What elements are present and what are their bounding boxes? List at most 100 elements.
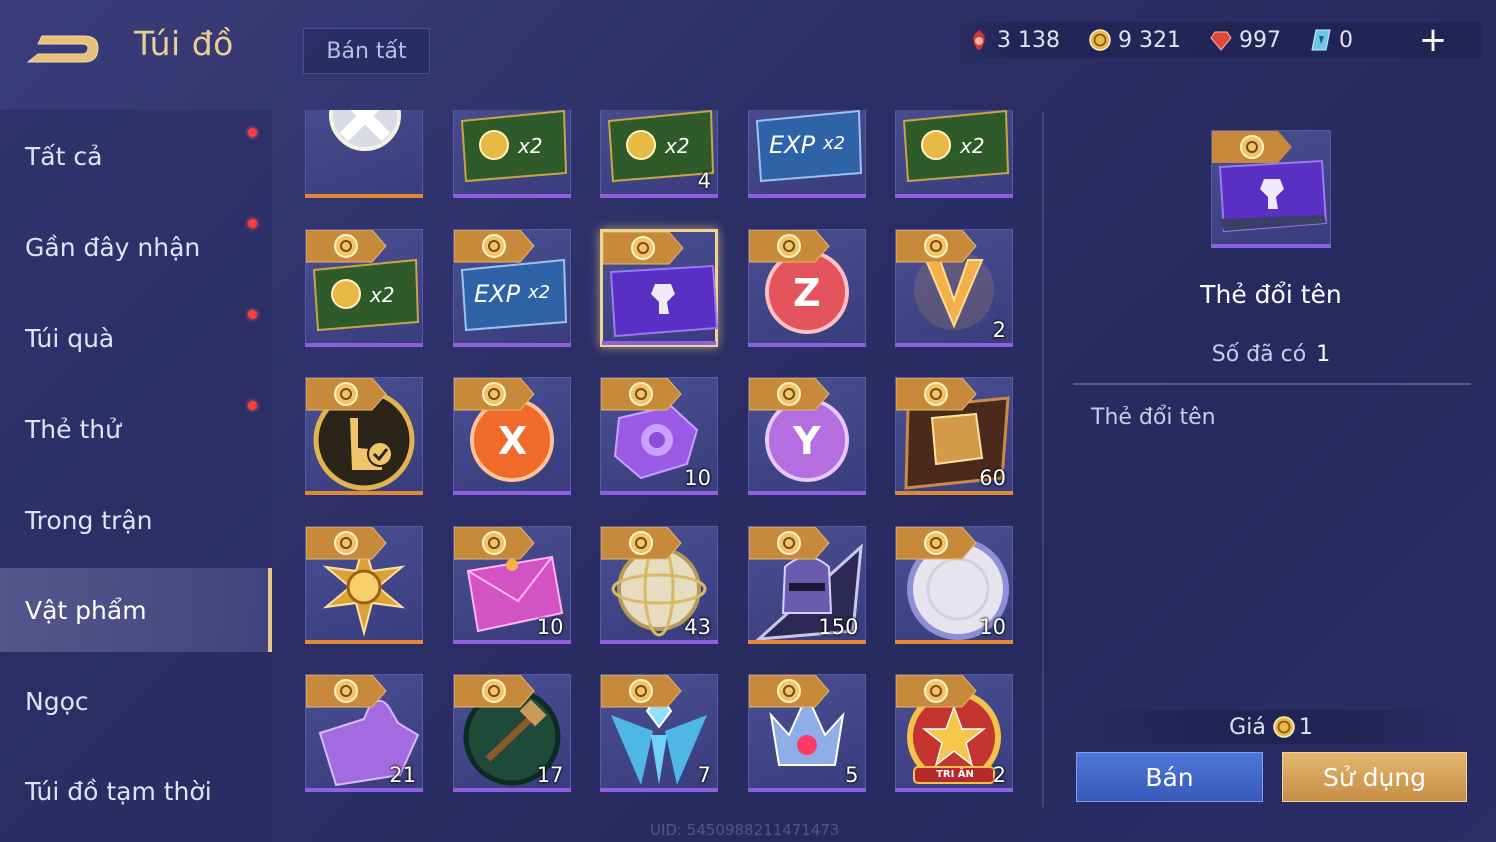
back-button[interactable] xyxy=(24,24,104,72)
sidebar-item-items[interactable]: Vật phẩm xyxy=(0,568,272,652)
sidebar-item-trial-cards[interactable]: Thẻ thử xyxy=(0,387,272,471)
item-count: 2 xyxy=(992,317,1006,342)
sidebar-item-label: Túi đồ tạm thời xyxy=(25,776,212,806)
notification-dot xyxy=(248,310,257,319)
svg-text:x2: x2 xyxy=(517,134,543,158)
category-sidebar: Tất cả Gần đây nhận Túi quà Thẻ thử Tron… xyxy=(0,110,272,842)
inventory-item[interactable]: 17 xyxy=(452,674,571,792)
inventory-item[interactable]: x2 xyxy=(305,228,423,347)
selected-item-name: Thẻ đổi tên xyxy=(1200,280,1342,309)
rename-card-icon xyxy=(1212,131,1328,233)
inventory-item[interactable] xyxy=(305,110,423,198)
owned-count: Số đã có 1 xyxy=(1140,342,1402,367)
currency-red-voucher[interactable]: 3 138 xyxy=(967,28,1060,53)
item-count: 10 xyxy=(979,614,1006,639)
inventory-item[interactable]: x2 xyxy=(895,110,1013,198)
gold-x2-card-icon: x2 xyxy=(902,110,1010,183)
svg-text:x2: x2 xyxy=(822,133,845,154)
inventory-item[interactable]: 21 xyxy=(305,674,423,792)
sidebar-item-label: Ngọc xyxy=(25,686,89,716)
inventory-item[interactable]: x2 xyxy=(452,110,571,198)
sidebar-item-gift-bags[interactable]: Túi quà xyxy=(0,296,272,380)
svg-text:x2: x2 xyxy=(959,134,985,158)
rarity-bar xyxy=(305,639,423,644)
item-count: 5 xyxy=(845,763,859,787)
inventory-item[interactable]: 2 xyxy=(895,228,1013,347)
use-button[interactable]: Sử dụng xyxy=(1282,752,1467,802)
inventory-item[interactable]: 10 xyxy=(895,525,1013,644)
item-count: 7 xyxy=(697,763,711,787)
svg-text:EXP: EXP xyxy=(769,131,816,159)
svg-text:X: X xyxy=(498,419,527,463)
sidebar-item-temporary-bag[interactable]: Túi đồ tạm thời xyxy=(0,749,272,833)
rarity-bar xyxy=(452,491,571,495)
svg-text:x2: x2 xyxy=(369,283,395,307)
exp-x2-card-icon: EXP x2 xyxy=(755,110,862,183)
rarity-bar xyxy=(895,194,1013,198)
inventory-item[interactable]: 10 xyxy=(600,377,718,495)
inventory-item[interactable]: X xyxy=(452,377,571,495)
gold-x2-card-icon: x2 xyxy=(460,110,567,183)
inventory-item[interactable]: EXP x2 xyxy=(452,228,571,347)
currency-value: 9 321 xyxy=(1117,27,1181,53)
notification-dot xyxy=(248,219,257,228)
user-id: UID: 5450988211471473 xyxy=(650,821,840,839)
exp-x2-card-icon: EXP x2 xyxy=(453,229,567,331)
notification-dot xyxy=(248,401,257,410)
svg-text:Z: Z xyxy=(793,271,821,315)
ruby-icon xyxy=(1210,31,1232,51)
owned-value: 1 xyxy=(1316,342,1331,367)
sidebar-item-label: Thẻ thử xyxy=(25,414,121,444)
rarity-bar xyxy=(895,639,1013,644)
rarity-bar xyxy=(895,788,1013,792)
inventory-item[interactable]: 43 xyxy=(600,525,718,644)
sidebar-item-in-match[interactable]: Trong trận xyxy=(0,478,272,562)
inventory-item[interactable] xyxy=(305,525,423,644)
item-count: 21 xyxy=(389,763,416,787)
inventory-item[interactable]: 7 xyxy=(600,674,718,792)
inventory-item[interactable]: EXP x2 xyxy=(747,110,866,198)
inventory-item[interactable]: 10 xyxy=(452,525,571,644)
inventory-item[interactable]: Y xyxy=(747,377,866,495)
currency-bar: 3 138 9 321 997 0 + xyxy=(955,22,1481,58)
inventory-screen: Túi đồ Bán tất 3 138 9 321 997 0 + Tất c… xyxy=(0,0,1496,842)
silver-x-emblem-icon xyxy=(329,110,401,151)
gold-coin-icon xyxy=(1273,716,1295,738)
currency-blue-ticket[interactable]: 0 xyxy=(1309,28,1353,53)
inventory-item[interactable] xyxy=(600,228,719,347)
inventory-item[interactable]: x2 4 xyxy=(600,110,718,198)
sidebar-item-all[interactable]: Tất cả xyxy=(0,114,272,198)
currency-gold[interactable]: 9 321 xyxy=(1088,28,1181,53)
back-arrow-icon xyxy=(26,35,99,63)
gold-coin-icon xyxy=(1089,29,1111,51)
detail-divider xyxy=(1073,383,1471,385)
inventory-item[interactable] xyxy=(305,377,423,495)
rarity-bar xyxy=(305,194,423,198)
owned-label: Số đã có xyxy=(1211,342,1307,367)
price-label: Giá xyxy=(1229,714,1266,740)
x-coin-icon: X xyxy=(453,378,554,482)
sidebar-item-recent[interactable]: Gần đây nhận xyxy=(0,205,272,289)
sidebar-item-gems[interactable]: Ngọc xyxy=(0,659,272,743)
add-currency-button[interactable]: + xyxy=(1415,22,1451,58)
rarity-bar xyxy=(895,491,1013,495)
sell-all-button[interactable]: Bán tất xyxy=(303,28,430,74)
inventory-item[interactable]: Z xyxy=(747,228,866,347)
inventory-item[interactable]: TRI ÂN 2 xyxy=(895,674,1013,792)
price-value: 1 xyxy=(1298,714,1313,740)
rarity-bar xyxy=(747,342,866,347)
sidebar-item-label: Tất cả xyxy=(25,141,103,171)
inventory-item[interactable]: 5 xyxy=(747,674,866,792)
rarity-bar xyxy=(1211,244,1331,248)
rarity-bar xyxy=(747,194,866,198)
rarity-bar xyxy=(452,788,571,792)
inventory-item[interactable]: 150 xyxy=(747,525,866,644)
sell-button[interactable]: Bán xyxy=(1076,752,1263,802)
item-count: 43 xyxy=(684,614,711,639)
inventory-item[interactable]: 60 xyxy=(895,377,1013,495)
currency-ruby[interactable]: 997 xyxy=(1209,28,1281,53)
rarity-bar xyxy=(452,194,571,198)
item-count: 17 xyxy=(536,763,564,787)
item-count: 10 xyxy=(684,466,711,490)
item-count: 10 xyxy=(536,614,564,639)
